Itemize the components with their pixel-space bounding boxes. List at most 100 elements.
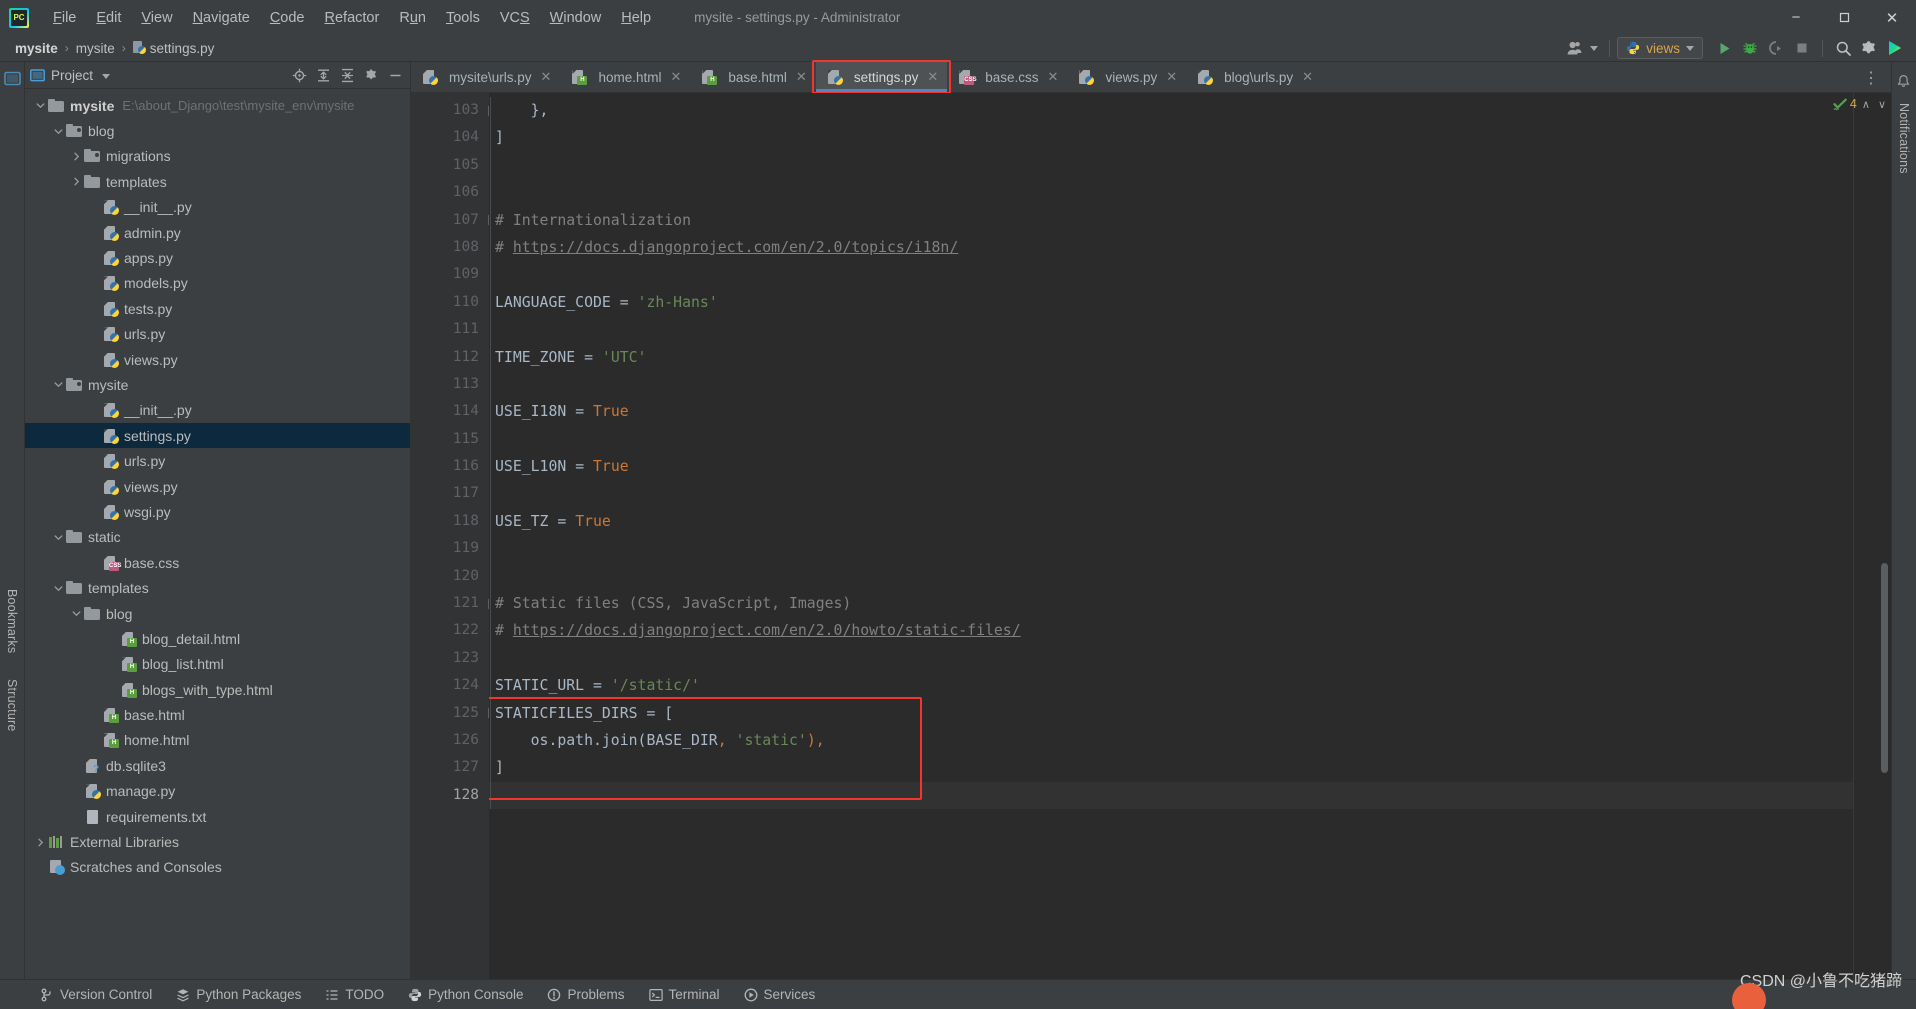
line-number[interactable]: 120: [411, 563, 489, 590]
line-number[interactable]: 109: [411, 261, 489, 288]
chevron-down-icon[interactable]: [51, 127, 66, 136]
line-number[interactable]: 111: [411, 316, 489, 343]
stop-button[interactable]: [1789, 36, 1815, 60]
tree-node[interactable]: Hbase.html: [25, 702, 410, 727]
line-number[interactable]: 124: [411, 672, 489, 699]
line-number[interactable]: 119: [411, 535, 489, 562]
line-number[interactable]: 106: [411, 179, 489, 206]
code-line[interactable]: USE_L10N = True: [489, 453, 1853, 481]
tree-node[interactable]: wsgi.py: [25, 499, 410, 524]
code-content[interactable]: },] # Internationalization # https://docs…: [489, 93, 1853, 979]
status-item-services[interactable]: Services: [734, 985, 826, 1004]
user-accounts-icon[interactable]: [1563, 36, 1602, 60]
previous-problem-icon[interactable]: ∧: [1859, 98, 1873, 111]
code-line[interactable]: USE_I18N = True: [489, 398, 1853, 426]
line-number[interactable]: 115: [411, 426, 489, 453]
maximize-button[interactable]: [1820, 0, 1868, 35]
breadcrumb-item-mysite[interactable]: mysite: [10, 40, 63, 57]
hide-panel-icon[interactable]: [384, 64, 406, 86]
code-line[interactable]: TIME_ZONE = 'UTC': [489, 343, 1853, 371]
chevron-down-icon[interactable]: [69, 609, 84, 618]
line-number[interactable]: 125: [411, 700, 499, 727]
status-item-python-console[interactable]: Python Console: [398, 985, 533, 1004]
locate-icon[interactable]: [288, 64, 310, 86]
editor-tab-mysite-urls-py[interactable]: mysite\urls.py ✕: [411, 62, 560, 92]
run-configuration-selector[interactable]: views: [1617, 37, 1703, 59]
tree-node[interactable]: blog: [25, 118, 410, 143]
tree-node[interactable]: mysite: [25, 372, 410, 397]
line-number[interactable]: 107: [411, 207, 499, 234]
line-number[interactable]: 128: [411, 782, 489, 809]
menu-refactor[interactable]: Refactor: [315, 6, 390, 30]
menu-vcs[interactable]: VCS: [490, 6, 540, 30]
line-number[interactable]: 108: [411, 234, 498, 261]
line-number[interactable]: 117: [411, 480, 489, 507]
tree-node[interactable]: admin.py: [25, 220, 410, 245]
tree-node[interactable]: views.py: [25, 347, 410, 372]
line-number[interactable]: 112: [411, 344, 489, 371]
gear-icon[interactable]: [1856, 36, 1882, 60]
status-item-python-packages[interactable]: Python Packages: [166, 985, 311, 1004]
editor-scrollbar-thumb[interactable]: [1881, 563, 1888, 773]
status-item-version-control[interactable]: Version Control: [30, 985, 162, 1004]
inspection-status[interactable]: 4 ∧ ∨: [1833, 97, 1889, 111]
close-icon[interactable]: ✕: [1302, 69, 1313, 85]
tree-node-selected[interactable]: settings.py: [25, 423, 410, 449]
code-line[interactable]: [489, 535, 1853, 563]
next-problem-icon[interactable]: ∨: [1875, 98, 1889, 111]
tree-node[interactable]: urls.py: [25, 322, 410, 347]
close-icon[interactable]: ✕: [796, 69, 807, 85]
code-line[interactable]: # https://docs.djangoproject.com/en/2.0/…: [489, 233, 1853, 262]
code-line[interactable]: # https://docs.djangoproject.com/en/2.0/…: [489, 617, 1853, 645]
tree-node[interactable]: urls.py: [25, 448, 410, 473]
code-line[interactable]: ]: [489, 124, 1853, 152]
chevron-down-icon[interactable]: [51, 533, 66, 542]
line-number[interactable]: 110: [411, 289, 489, 316]
code-line[interactable]: [489, 316, 1853, 344]
close-icon[interactable]: ✕: [1048, 69, 1059, 85]
chevron-right-icon[interactable]: [33, 838, 48, 847]
debug-button[interactable]: [1737, 36, 1763, 60]
run-with-coverage-button[interactable]: [1763, 36, 1789, 60]
editor-tab-base-html[interactable]: Hbase.html ✕: [690, 62, 815, 92]
tree-node[interactable]: templates: [25, 575, 410, 600]
search-icon[interactable]: [1830, 36, 1856, 60]
tree-node[interactable]: blog: [25, 601, 410, 626]
breadcrumb-item-settings-py[interactable]: settings.py: [128, 40, 220, 57]
line-number[interactable]: 122: [411, 617, 498, 644]
code-line[interactable]: [489, 179, 1853, 207]
minimize-button[interactable]: −: [1772, 0, 1820, 35]
menu-tools[interactable]: Tools: [436, 6, 490, 30]
chevron-right-icon[interactable]: [69, 152, 84, 161]
close-icon[interactable]: ✕: [541, 69, 552, 85]
expand-all-icon[interactable]: [312, 64, 334, 86]
code-line[interactable]: [489, 151, 1853, 180]
collapse-all-icon[interactable]: [336, 64, 358, 86]
breadcrumb-item-mysite[interactable]: mysite: [71, 40, 120, 57]
inspection-sidebar[interactable]: 4 ∧ ∨: [1833, 93, 1891, 979]
close-icon[interactable]: ✕: [1166, 69, 1177, 85]
code-line[interactable]: [489, 370, 1853, 399]
tree-node[interactable]: mysite E:\about_Django\test\mysite_env\my…: [25, 93, 410, 118]
line-number[interactable]: 105: [411, 152, 489, 179]
code-line[interactable]: # Internationalization: [489, 206, 1853, 234]
code-line[interactable]: },: [489, 97, 1853, 125]
tree-node[interactable]: static: [25, 525, 410, 550]
tree-node[interactable]: __init__.py: [25, 195, 410, 220]
tree-node[interactable]: Hhome.html: [25, 728, 410, 753]
line-number[interactable]: 127: [411, 754, 498, 781]
tree-node[interactable]: Hblogs_with_type.html: [25, 677, 410, 702]
menu-window[interactable]: Window: [540, 6, 612, 30]
tree-node[interactable]: models.py: [25, 271, 410, 296]
line-number[interactable]: 116: [411, 453, 489, 480]
line-number[interactable]: 113: [411, 371, 489, 398]
editor-tab-base-css[interactable]: CSS base.css ✕: [947, 62, 1067, 92]
status-item-todo[interactable]: TODO: [315, 985, 394, 1004]
line-number[interactable]: 126: [411, 727, 489, 754]
menu-help[interactable]: Help: [611, 6, 661, 30]
menu-edit[interactable]: Edit: [86, 6, 131, 30]
editor-tab-views-py[interactable]: views.py ✕: [1067, 62, 1186, 92]
tree-node[interactable]: manage.py: [25, 779, 410, 804]
close-icon[interactable]: ✕: [670, 69, 681, 85]
tree-node[interactable]: Scratches and Consoles: [25, 855, 410, 880]
